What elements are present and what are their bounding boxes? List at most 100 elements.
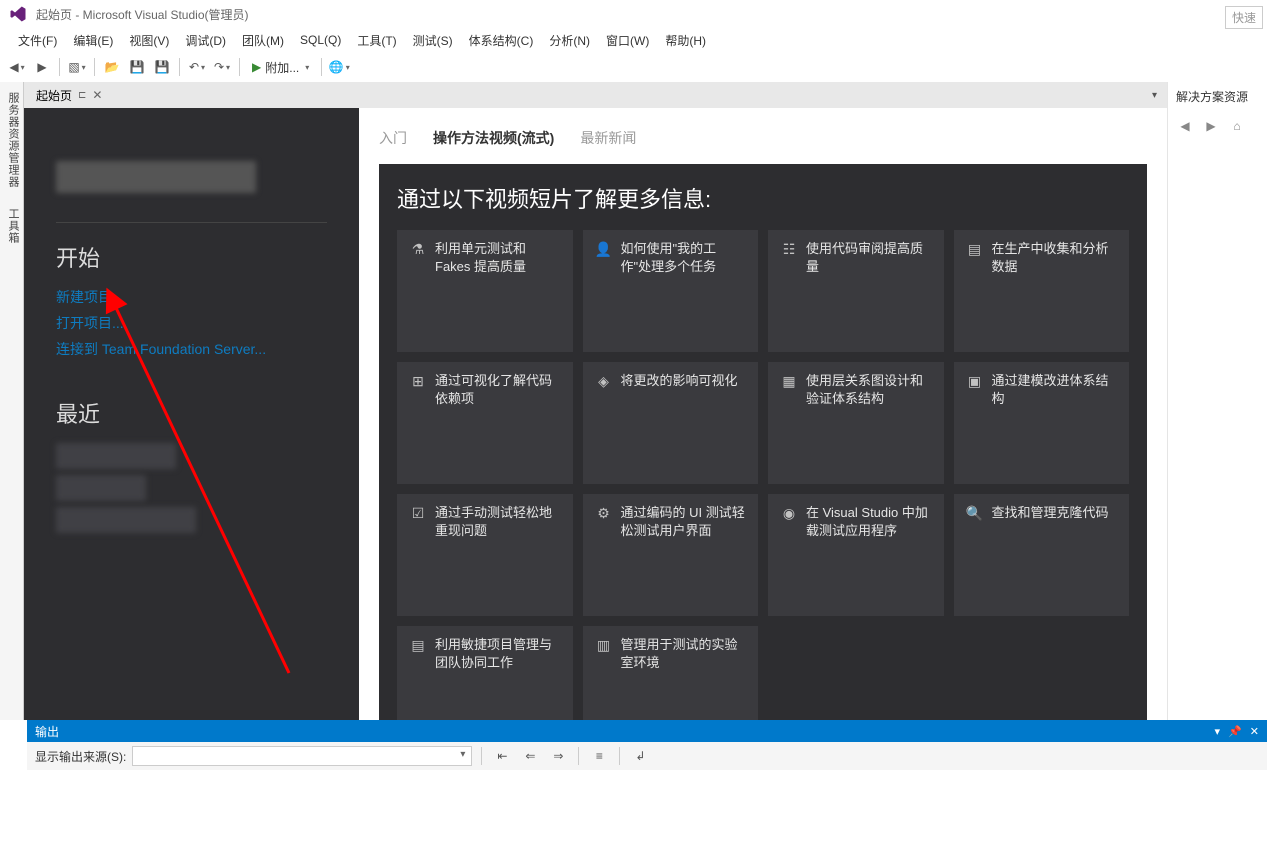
ui-test-icon: ⚙ [595,504,613,522]
video-panel-title: 通过以下视频短片了解更多信息: [397,182,1129,214]
video-card[interactable]: ☷使用代码审阅提高质量 [768,230,944,352]
analytics-icon: ▤ [966,240,984,258]
video-card-label: 通过建模改进体系结构 [992,372,1118,408]
menu-sql[interactable]: SQL(Q) [292,30,349,50]
separator [321,58,322,76]
tab-news[interactable]: 最新新闻 [580,122,636,154]
menu-tools[interactable]: 工具(T) [349,29,404,52]
save-all-button[interactable]: 💾 [151,56,173,78]
recent-item-redacted[interactable] [56,443,176,469]
separator [481,747,482,765]
solution-explorer-toolbar: ◀ ▶ ⌂ [1168,111,1267,141]
menu-arch[interactable]: 体系结构(C) [461,29,542,52]
video-card-label: 通过可视化了解代码依赖项 [435,372,561,408]
start-heading: 开始 [56,241,327,273]
separator [94,58,95,76]
video-panel: 通过以下视频短片了解更多信息: ⚗利用单元测试和 Fakes 提高质量 👤如何使… [379,164,1147,720]
forward-icon[interactable]: ▶ [1200,115,1222,137]
menu-analyze[interactable]: 分析(N) [541,29,598,52]
video-card[interactable]: 🔍 查找和管理克隆代码 [954,494,1130,616]
next-message-button[interactable]: ⇒ [547,745,569,767]
video-card-label: 在生产中收集和分析数据 [992,240,1118,276]
main-toolbar: ◀ ▶ ▧ 📂 💾 💾 ↶ ↷ ▶ 附加... 🌐 [0,52,1267,82]
video-card[interactable]: ▤ 在生产中收集和分析数据 [954,230,1130,352]
toggle-wordwrap-button[interactable]: ↲ [629,745,651,767]
tab-getting-started[interactable]: 入门 [379,122,407,154]
video-card-label: 使用层关系图设计和验证体系结构 [806,372,932,408]
agile-icon: ▤ [409,636,427,654]
redo-button[interactable]: ↷ [211,56,233,78]
window-title: 起始页 - Microsoft Visual Studio(管理员) [36,6,249,23]
output-source-select[interactable] [132,746,472,766]
menu-team[interactable]: 团队(M) [234,29,292,52]
find-message-button[interactable]: ⇤ [491,745,513,767]
separator [619,747,620,765]
video-card-label: 将更改的影响可视化 [621,372,738,390]
pin-icon[interactable]: ⊏ [78,90,86,101]
review-icon: ☷ [780,240,798,258]
clear-button[interactable]: ≡ [588,745,610,767]
start-debug-button[interactable]: ▶ 附加... [246,56,315,78]
menu-file[interactable]: 文件(F) [10,29,65,52]
close-icon[interactable]: ✕ [92,88,102,102]
quick-launch[interactable]: 快速 [1225,6,1263,29]
open-file-button[interactable]: 📂 [101,56,123,78]
output-window-buttons: ▾ 📌 ✕ [1215,725,1259,738]
home-icon[interactable]: ⌂ [1226,115,1248,137]
recent-item-redacted[interactable] [56,475,146,501]
link-new-project[interactable]: 新建项目... [56,287,327,307]
video-card[interactable]: ▦使用层关系图设计和验证体系结构 [768,362,944,484]
tab-start-page[interactable]: 起始页 ⊏ ✕ [28,84,110,107]
menu-debug[interactable]: 调试(D) [177,29,234,52]
dropdown-icon[interactable]: ▾ [1215,725,1221,738]
save-button[interactable]: 💾 [126,56,148,78]
video-card-label: 通过编码的 UI 测试轻松测试用户界面 [621,504,747,540]
start-page: 开始 新建项目... 打开项目... 连接到 Team Foundation S… [24,108,1167,720]
close-icon[interactable]: ✕ [1250,725,1259,738]
video-card[interactable]: ⚗利用单元测试和 Fakes 提高质量 [397,230,573,352]
nav-back-button[interactable]: ◀ [6,56,28,78]
output-panel: 输出 ▾ 📌 ✕ 显示输出来源(S): ⇤ ⇐ ⇒ ≡ ↲ [27,720,1267,865]
menu-test[interactable]: 测试(S) [405,29,461,52]
right-dock: 解决方案资源 ◀ ▶ ⌂ [1167,82,1267,720]
menubar: 文件(F) 编辑(E) 视图(V) 调试(D) 团队(M) SQL(Q) 工具(… [0,28,1267,52]
start-page-right: 入门 操作方法视频(流式) 最新新闻 通过以下视频短片了解更多信息: ⚗利用单元… [359,108,1167,720]
menu-help[interactable]: 帮助(H) [657,29,714,52]
menu-view[interactable]: 视图(V) [121,29,177,52]
tab-overflow-button[interactable]: ▾ [1146,90,1163,101]
tab-toolbox[interactable]: 工具箱 [0,202,23,250]
menu-edit[interactable]: 编辑(E) [65,29,121,52]
user-icon: 👤 [595,240,613,258]
content-tabs: 入门 操作方法视频(流式) 最新新闻 [379,122,1147,154]
video-card[interactable]: ▣通过建模改进体系结构 [954,362,1130,484]
browser-button[interactable]: 🌐 [328,56,350,78]
tab-server-explorer[interactable]: 服务器资源管理器 [0,86,23,194]
video-card[interactable]: ⊞通过可视化了解代码依赖项 [397,362,573,484]
link-open-project[interactable]: 打开项目... [56,313,327,333]
undo-button[interactable]: ↶ [186,56,208,78]
search-icon: 🔍 [966,504,984,522]
video-card[interactable]: ☑通过手动测试轻松地重现问题 [397,494,573,616]
tab-howto-videos[interactable]: 操作方法视频(流式) [433,122,554,154]
video-card[interactable]: 👤如何使用"我的工作"处理多个任务 [583,230,759,352]
nav-fwd-button[interactable]: ▶ [31,56,53,78]
back-icon[interactable]: ◀ [1174,115,1196,137]
output-body[interactable] [27,770,1267,865]
document-tabstrip: 起始页 ⊏ ✕ ▾ [24,82,1167,108]
pin-icon[interactable]: 📌 [1228,725,1242,738]
menu-window[interactable]: 窗口(W) [598,29,657,52]
attach-label: 附加... [265,59,299,76]
left-dock: 服务器资源管理器 工具箱 [0,82,24,720]
video-card[interactable]: ◉在 Visual Studio 中加载测试应用程序 [768,494,944,616]
prev-message-button[interactable]: ⇐ [519,745,541,767]
video-card[interactable]: ▤利用敏捷项目管理与团队协同工作 [397,626,573,720]
recent-heading: 最近 [56,397,327,429]
output-title: 输出 [35,723,1215,740]
video-card[interactable]: ▥管理用于测试的实验室环境 [583,626,759,720]
video-card[interactable]: ◈将更改的影响可视化 [583,362,759,484]
video-card[interactable]: ⚙ 通过编码的 UI 测试轻松测试用户界面 [583,494,759,616]
link-connect-tfs[interactable]: 连接到 Team Foundation Server... [56,339,327,359]
recent-item-redacted[interactable] [56,507,196,533]
video-card-label: 查找和管理克隆代码 [992,504,1109,522]
new-project-button[interactable]: ▧ [66,56,88,78]
